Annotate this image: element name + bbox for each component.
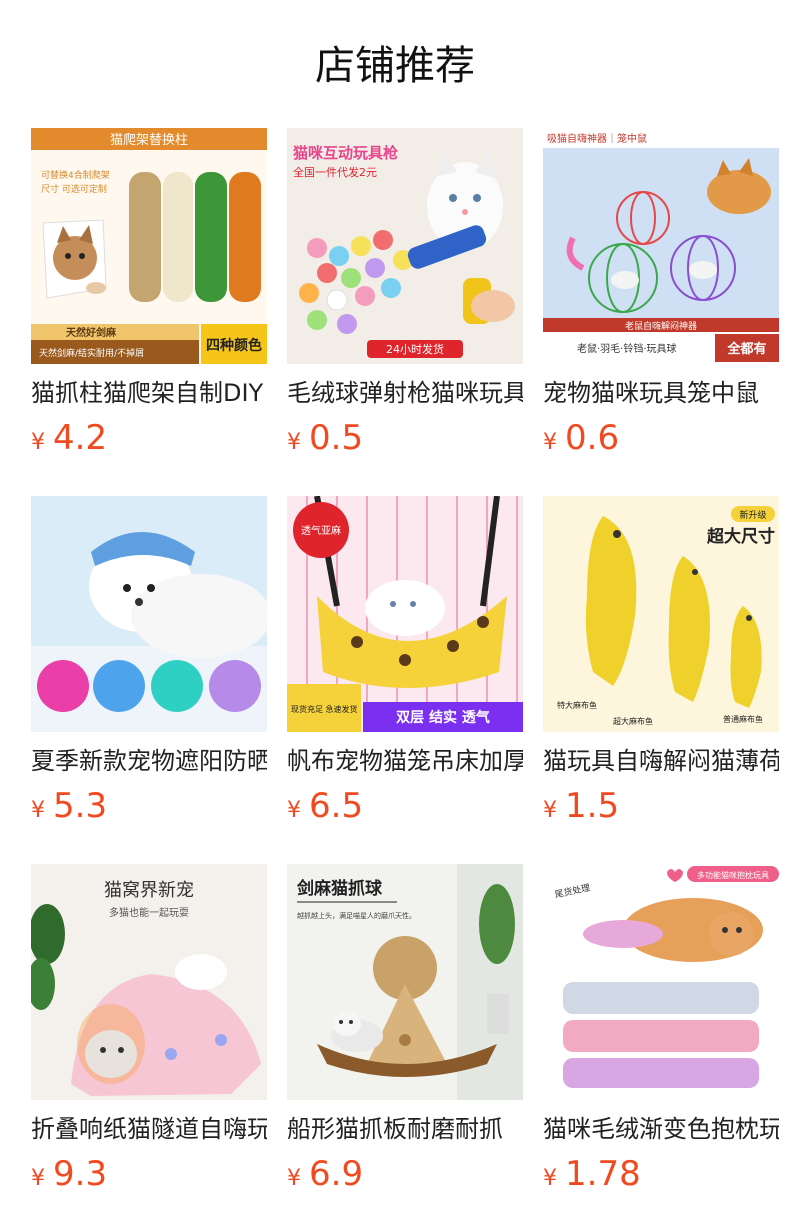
currency-symbol: ¥ <box>287 1166 301 1191</box>
image-foot-text: 天然剑麻/结实耐用/不掉屑 <box>39 347 144 359</box>
image-strip-text: 天然好剑麻 <box>66 326 117 339</box>
product-name[interactable]: 猫玩具自嗨解闷猫薄荷 <box>543 744 779 778</box>
image-foot-text: 老鼠·羽毛·铃铛·玩具球 <box>577 342 677 355</box>
image-badge: 四种颜色 <box>206 337 262 354</box>
currency-symbol: ¥ <box>31 1166 45 1191</box>
price-value: 0.5 <box>309 418 364 458</box>
sisal-posts-illustration <box>129 172 261 302</box>
currency-symbol: ¥ <box>31 798 45 823</box>
image-strip-text: 老鼠自嗨解闷神器 <box>625 320 697 332</box>
image-headline: 超大尺寸 <box>707 526 775 547</box>
product-image[interactable]: 猫窝界新宠 多猫也能一起玩耍 <box>31 864 267 1100</box>
product-image[interactable]: 多功能猫咪抱枕玩具 尾货处理 <box>543 864 779 1100</box>
product-name[interactable]: 猫咪毛绒渐变色抱枕玩具 <box>543 1112 779 1146</box>
product-image[interactable]: 剑麻猫抓球 越抓越上头，满足喵星人的磨爪天性。 <box>287 864 523 1100</box>
price-value: 6.5 <box>309 786 364 826</box>
product-price: ¥6.5 <box>287 784 363 828</box>
product-image[interactable] <box>31 496 267 732</box>
product-name[interactable]: 毛绒球弹射枪猫咪玩具 <box>287 376 523 410</box>
cat-peek-illustration <box>42 219 107 299</box>
product-name[interactable]: 夏季新款宠物遮阳防晒 <box>31 744 267 778</box>
fish-size-label: 普通麻布鱼 <box>723 714 763 724</box>
image-banner: 吸猫自嗨神器｜笼中鼠 <box>547 132 647 145</box>
pillow-color-options <box>563 982 759 1088</box>
product-name[interactable]: 折叠响纸猫隧道自嗨玩具 <box>31 1112 267 1146</box>
product-price: ¥4.2 <box>31 416 107 460</box>
image-corner-badge: 透气亚麻 <box>301 524 341 537</box>
image-left-text: 现货充足 急速发货 <box>291 704 358 714</box>
image-tag: 多功能猫咪抱枕玩具 <box>697 870 769 880</box>
image-tag: 新升级 <box>739 509 766 521</box>
image-side-text: 尺寸 可选可定制 <box>41 183 107 195</box>
fish-size-label: 特大麻布鱼 <box>557 700 597 710</box>
currency-symbol: ¥ <box>543 798 557 823</box>
image-foot-text: 24小时发货 <box>386 342 444 356</box>
price-value: 9.3 <box>53 1154 108 1194</box>
product-price: ¥0.5 <box>287 416 363 460</box>
price-value: 4.2 <box>53 418 108 458</box>
price-value: 6.9 <box>309 1154 364 1194</box>
product-name[interactable]: 帆布宠物猫笼吊床加厚 <box>287 744 523 778</box>
product-price: ¥1.78 <box>543 1152 641 1196</box>
currency-symbol: ¥ <box>287 430 301 455</box>
currency-symbol: ¥ <box>287 798 301 823</box>
product-image[interactable]: 吸猫自嗨神器｜笼中鼠 老鼠自嗨解闷神器 老鼠·羽毛·铃铛·玩具球 全都有 <box>543 128 779 364</box>
image-foot-text: 双层 结实 透气 <box>396 709 490 726</box>
currency-symbol: ¥ <box>543 430 557 455</box>
image-side-text: 可替换4合制爬架 <box>41 169 110 181</box>
section-title: 店铺推荐 <box>315 43 475 89</box>
product-price: ¥9.3 <box>31 1152 107 1196</box>
product-price: ¥6.9 <box>287 1152 363 1196</box>
price-value: 1.5 <box>565 786 620 826</box>
image-banner: 猫咪互动玩具枪 <box>293 144 398 162</box>
price-value: 1.78 <box>565 1154 641 1194</box>
product-price: ¥5.3 <box>31 784 107 828</box>
product-image[interactable]: 透气亚麻 现货充足 急速发货 双层 结实 透气 <box>287 496 523 732</box>
product-image[interactable]: 猫爬架替换柱 可替换4合制爬架 尺寸 可选可定制 天然好剑麻 天然剑麻/结实耐用… <box>31 128 267 364</box>
price-value: 5.3 <box>53 786 108 826</box>
product-name[interactable]: 猫抓柱猫爬架自制DIY <box>31 376 267 410</box>
image-banner: 猫爬架替换柱 <box>110 133 188 148</box>
product-price: ¥1.5 <box>543 784 619 828</box>
product-name[interactable]: 船形猫抓板耐磨耐抓 <box>287 1112 523 1146</box>
image-sub-text: 全国一件代发2元 <box>293 165 377 179</box>
product-image[interactable]: 新升级 超大尺寸 特大麻布鱼 超大麻布鱼 普通麻布鱼 <box>543 496 779 732</box>
product-price: ¥0.6 <box>543 416 619 460</box>
price-value: 0.6 <box>565 418 620 458</box>
image-badge: 全都有 <box>726 341 766 357</box>
product-image[interactable]: 猫咪互动玩具枪 全国一件代发2元 24小时发货 <box>287 128 523 364</box>
currency-symbol: ¥ <box>543 1166 557 1191</box>
image-headline: 猫窝界新宠 <box>104 880 194 901</box>
currency-symbol: ¥ <box>31 430 45 455</box>
image-sub-text: 越抓越上头，满足喵星人的磨爪天性。 <box>297 911 416 920</box>
product-name[interactable]: 宠物猫咪玩具笼中鼠 <box>543 376 779 410</box>
image-sub-text: 多猫也能一起玩耍 <box>109 906 189 919</box>
image-headline: 剑麻猫抓球 <box>296 878 383 899</box>
fish-size-label: 超大麻布鱼 <box>613 716 653 726</box>
